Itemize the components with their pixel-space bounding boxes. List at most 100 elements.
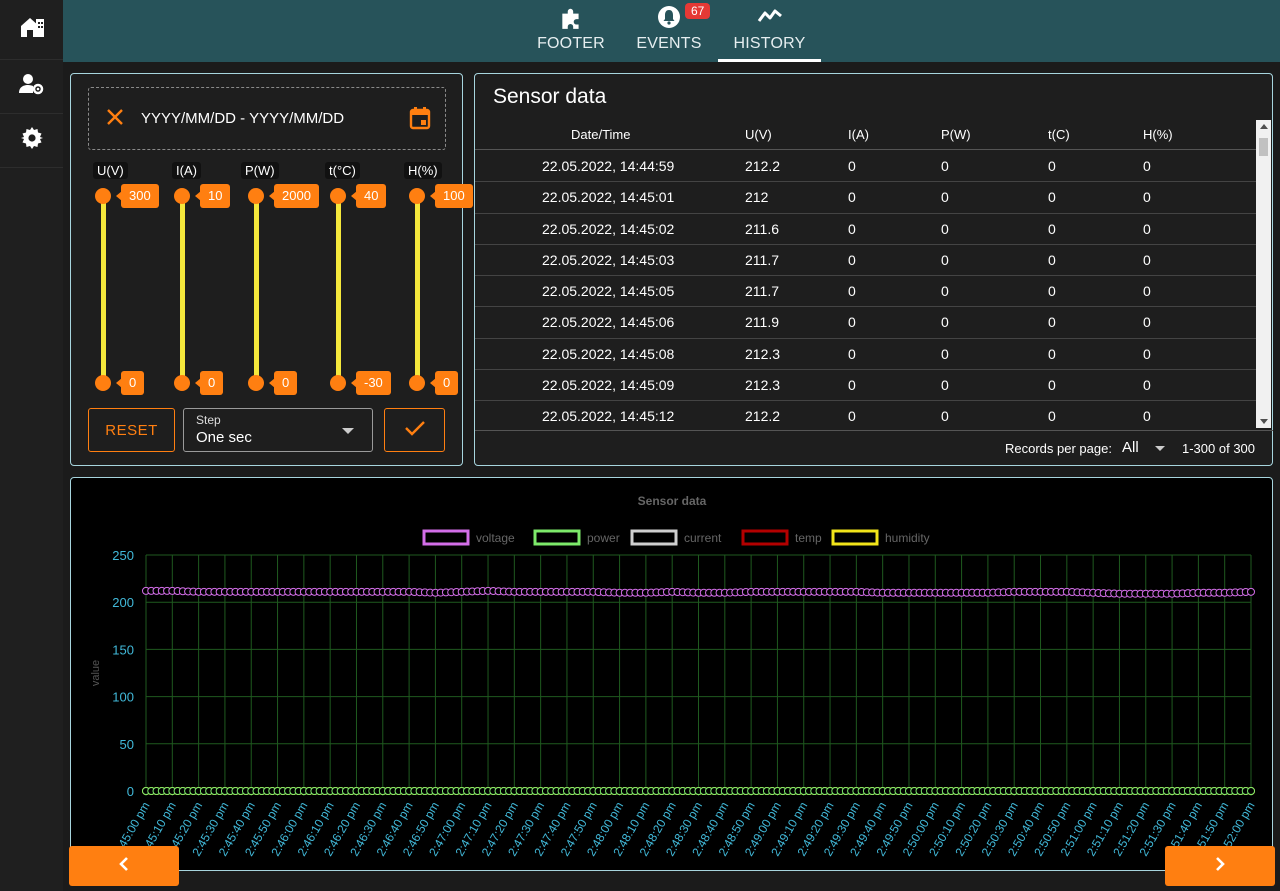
cell-temperature: 0 <box>1048 377 1056 394</box>
slider-temperature-min-handle[interactable] <box>330 375 346 391</box>
table-row[interactable]: 22.05.2022, 14:45:05 211.7 0 0 0 0 <box>475 276 1257 308</box>
cell-humidity: 0 <box>1143 283 1151 300</box>
slider-humidity-max-handle[interactable] <box>409 188 425 204</box>
check-icon <box>404 419 426 442</box>
step-select[interactable]: Step One sec <box>183 408 373 452</box>
table-row[interactable]: 22.05.2022, 14:45:03 211.7 0 0 0 0 <box>475 245 1257 277</box>
cell-current: 0 <box>848 251 856 268</box>
slider-temperature-track[interactable] <box>336 197 341 385</box>
app-root: FOOTER 67 EVENTS HISTORY YYYY/MM/DD - YY… <box>0 0 1280 891</box>
date-range-field[interactable]: YYYY/MM/DD - YYYY/MM/DD <box>88 87 446 150</box>
cell-power: 0 <box>941 345 949 362</box>
scroll-down-icon[interactable] <box>1260 419 1268 424</box>
cell-temperature: 0 <box>1048 345 1056 362</box>
slider-power-min-handle[interactable] <box>248 375 264 391</box>
cell-humidity: 0 <box>1143 251 1151 268</box>
date-range-placeholder: YYYY/MM/DD - YYYY/MM/DD <box>141 110 345 127</box>
slider-humidity-min-value: 0 <box>429 371 459 395</box>
cell-current: 0 <box>848 158 856 174</box>
column-header-power[interactable]: P(W) <box>941 127 971 142</box>
side-rail <box>0 0 63 891</box>
filter-panel: YYYY/MM/DD - YYYY/MM/DD U(V) 300 0 I(A) … <box>70 73 473 466</box>
table-row[interactable]: 22.05.2022, 14:45:12 212.2 0 0 0 0 <box>475 401 1257 427</box>
user-settings-button[interactable] <box>0 60 63 114</box>
slider-current-max-handle[interactable] <box>174 188 190 204</box>
chevron-left-icon <box>117 855 131 878</box>
cell-datetime: 22.05.2022, 14:45:05 <box>542 283 675 300</box>
slider-voltage-max-handle[interactable] <box>95 188 111 204</box>
table-row[interactable]: 22.05.2022, 14:44:59 212.2 0 0 0 0 <box>475 151 1257 183</box>
cell-voltage: 211.9 <box>745 314 779 331</box>
slider-power-max-value: 2000 <box>269 184 319 208</box>
tab-events[interactable]: 67 EVENTS <box>629 0 711 62</box>
tab-history[interactable]: HISTORY <box>718 0 821 62</box>
slider-humidity: H(%) 100 0 <box>404 162 473 395</box>
slider-temperature: t(°C) 40 -30 <box>325 162 391 395</box>
slider-humidity-label: H(%) <box>404 162 442 179</box>
slider-humidity-min-handle[interactable] <box>409 375 425 391</box>
slider-voltage-min-handle[interactable] <box>95 375 111 391</box>
table-row[interactable]: 22.05.2022, 14:45:01 212 0 0 0 0 <box>475 182 1257 214</box>
home-button[interactable] <box>0 0 63 60</box>
calendar-icon[interactable] <box>409 106 431 135</box>
scroll-up-icon[interactable] <box>1260 124 1268 129</box>
cell-current: 0 <box>848 283 856 300</box>
slider-voltage: U(V) 300 0 <box>93 162 159 395</box>
tab-footer[interactable]: FOOTER <box>531 0 611 62</box>
slider-current-min-handle[interactable] <box>174 375 190 391</box>
top-tab-bar: FOOTER 67 EVENTS HISTORY <box>63 0 1280 62</box>
cell-temperature: 0 <box>1048 189 1056 206</box>
column-header-current[interactable]: I(A) <box>848 127 869 142</box>
legend-label-temp: temp <box>795 531 822 545</box>
cell-voltage: 211.7 <box>745 283 779 300</box>
slider-power-label: P(W) <box>241 162 279 179</box>
cell-current: 0 <box>848 377 856 394</box>
table-scrollbar[interactable] <box>1256 120 1271 428</box>
y-tick-label: 50 <box>120 737 134 752</box>
slider-voltage-min-value: 0 <box>115 371 145 395</box>
cell-voltage: 211.7 <box>745 251 779 268</box>
scroll-thumb[interactable] <box>1259 138 1268 156</box>
cell-power: 0 <box>941 251 949 268</box>
apply-button[interactable] <box>384 408 445 452</box>
cell-power: 0 <box>941 283 949 300</box>
cell-power: 0 <box>941 220 949 237</box>
slider-voltage-track[interactable] <box>101 197 106 385</box>
legend-label-current: current <box>684 531 722 545</box>
slider-humidity-track[interactable] <box>415 197 420 385</box>
trend-icon <box>757 5 783 32</box>
slider-voltage-label: U(V) <box>93 162 128 179</box>
cell-temperature: 0 <box>1048 158 1056 174</box>
y-tick-label: 0 <box>127 784 134 799</box>
settings-button[interactable] <box>0 114 63 168</box>
slider-temperature-max-handle[interactable] <box>330 188 346 204</box>
records-per-page-select[interactable]: All <box>1122 439 1139 456</box>
column-header-temperature[interactable]: t(C) <box>1048 127 1070 142</box>
table-row[interactable]: 22.05.2022, 14:45:02 211.6 0 0 0 0 <box>475 214 1257 245</box>
column-header-humidity[interactable]: H(%) <box>1143 127 1173 142</box>
column-header-voltage[interactable]: U(V) <box>745 127 772 142</box>
slider-power-max-handle[interactable] <box>248 188 264 204</box>
cell-temperature: 0 <box>1048 314 1056 331</box>
chevron-down-icon[interactable] <box>1155 446 1165 451</box>
previous-page-button[interactable] <box>69 846 179 886</box>
slider-current-track[interactable] <box>180 197 185 385</box>
next-page-button[interactable] <box>1165 846 1275 886</box>
column-header-datetime[interactable]: Date/Time <box>571 127 630 142</box>
bell-icon <box>657 5 681 34</box>
y-tick-label: 250 <box>112 548 134 563</box>
table-row[interactable]: 22.05.2022, 14:45:09 212.3 0 0 0 0 <box>475 370 1257 402</box>
cell-voltage: 212.3 <box>745 345 781 362</box>
step-select-label: Step <box>196 413 221 427</box>
cell-voltage: 212.3 <box>745 377 781 394</box>
slider-current-label: I(A) <box>172 162 201 179</box>
reset-button[interactable]: RESET <box>88 408 175 452</box>
clear-icon[interactable] <box>106 108 124 131</box>
cell-datetime: 22.05.2022, 14:45:06 <box>542 314 675 331</box>
chevron-down-icon <box>342 428 354 434</box>
puzzle-icon <box>558 5 584 36</box>
slider-power-track[interactable] <box>254 197 259 385</box>
cell-current: 0 <box>848 189 856 206</box>
table-row[interactable]: 22.05.2022, 14:45:06 211.9 0 0 0 0 <box>475 307 1257 339</box>
table-row[interactable]: 22.05.2022, 14:45:08 212.3 0 0 0 0 <box>475 339 1257 371</box>
